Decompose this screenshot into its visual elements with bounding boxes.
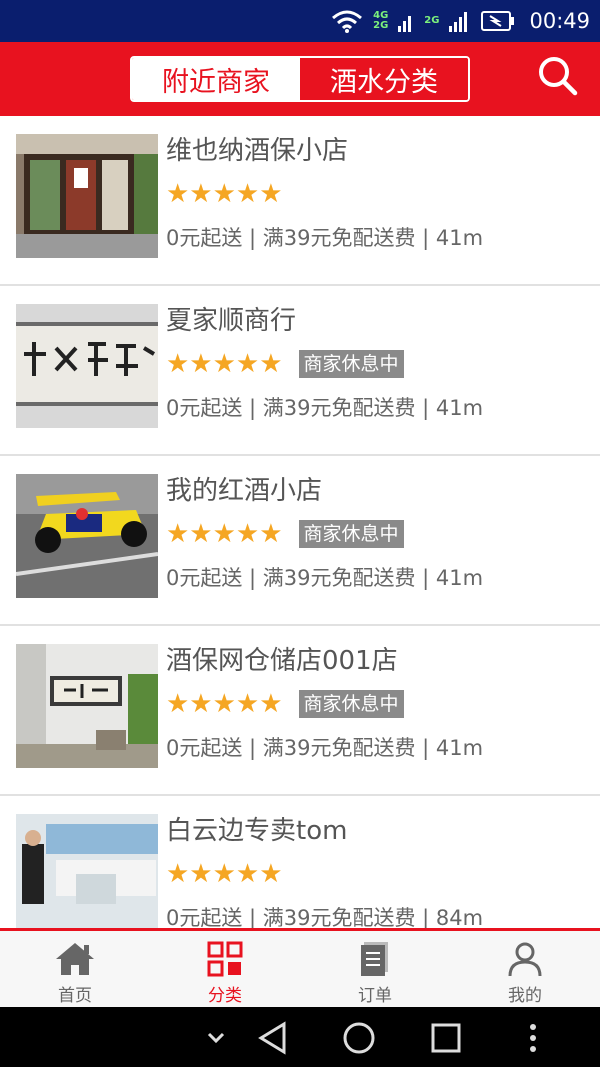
- search-icon: [539, 57, 578, 96]
- store-delivery-info: 0元起送 | 满39元免配送费 | 41m: [166, 566, 484, 590]
- status-badge: 商家休息中: [298, 520, 404, 548]
- nav-orders[interactable]: 订单: [300, 931, 450, 1007]
- nav-mine[interactable]: 我的: [450, 931, 600, 1007]
- home-circle-icon[interactable]: [342, 1021, 376, 1055]
- nav-home[interactable]: 首页: [0, 931, 150, 1007]
- segment-control: 附近商家 酒水分类: [130, 56, 470, 102]
- recent-apps-icon[interactable]: [430, 1022, 462, 1054]
- nav-category[interactable]: 分类: [150, 931, 300, 1007]
- network-type-2: 2G: [424, 16, 439, 26]
- search-button[interactable]: [536, 54, 580, 98]
- signal-icon: [398, 16, 412, 32]
- battery-icon: [481, 11, 515, 31]
- store-rating: ★★★★★ 商家休息中: [166, 348, 404, 380]
- status-badge: 商家休息中: [298, 350, 404, 378]
- star-rating-icon: ★★★★★: [166, 179, 283, 209]
- tab-drink-categories[interactable]: 酒水分类: [300, 58, 468, 100]
- store-rating: ★★★★★: [166, 858, 283, 890]
- store-name: 我的红酒小店: [166, 476, 323, 506]
- store-rating: ★★★★★ 商家休息中: [166, 518, 404, 550]
- network-2g-label: 2G: [373, 20, 389, 31]
- star-rating-icon: ★★★★★: [166, 859, 283, 889]
- store-delivery-info: 0元起送 | 满39元免配送费 | 84m: [166, 906, 484, 928]
- nav-category-label: 分类: [208, 986, 242, 1006]
- bottom-nav: 首页 分类 订单 我的: [0, 928, 600, 1007]
- user-icon: [508, 942, 542, 977]
- store-row[interactable]: 白云边专卖tom ★★★★★ 0元起送 | 满39元免配送费 | 84m: [0, 796, 600, 928]
- store-row[interactable]: 夏家顺商行 ★★★★★ 商家休息中 0元起送 | 满39元免配送费 | 41m: [0, 286, 600, 456]
- store-name: 夏家顺商行: [166, 306, 297, 336]
- store-rating: ★★★★★: [166, 178, 283, 210]
- app-screen: 4G 2G 2G 00:49 附近商家 酒水分类 维也纳酒保小店 ★★★★★ 0…: [0, 0, 600, 1067]
- status-icons: 4G 2G 2G 00:49: [331, 0, 590, 42]
- store-list[interactable]: 维也纳酒保小店 ★★★★★ 0元起送 | 满39元免配送费 | 41m 夏家顺商…: [0, 116, 600, 928]
- signal-icon-2: [449, 12, 468, 32]
- more-options-icon[interactable]: [528, 1023, 538, 1053]
- status-bar: 4G 2G 2G 00:49: [0, 0, 600, 42]
- back-icon[interactable]: [256, 1021, 290, 1055]
- store-delivery-info: 0元起送 | 满39元免配送费 | 41m: [166, 736, 484, 760]
- status-time: 00:49: [529, 9, 590, 33]
- store-row[interactable]: 我的红酒小店 ★★★★★ 商家休息中 0元起送 | 满39元免配送费 | 41m: [0, 456, 600, 626]
- store-thumbnail: [16, 814, 158, 928]
- star-rating-icon: ★★★★★: [166, 519, 283, 549]
- store-delivery-info: 0元起送 | 满39元免配送费 | 41m: [166, 396, 484, 420]
- system-nav-bar: [0, 1007, 600, 1067]
- status-badge: 商家休息中: [298, 690, 404, 718]
- order-icon: [361, 942, 388, 976]
- category-icon: [207, 941, 243, 977]
- store-row[interactable]: 酒保网仓储店001店 ★★★★★ 商家休息中 0元起送 | 满39元免配送费 |…: [0, 626, 600, 796]
- chevron-down-icon[interactable]: [206, 1031, 226, 1045]
- network-type: 4G 2G: [373, 11, 388, 31]
- store-row[interactable]: 维也纳酒保小店 ★★★★★ 0元起送 | 满39元免配送费 | 41m: [0, 116, 600, 286]
- store-name: 维也纳酒保小店: [166, 136, 349, 166]
- store-thumbnail: [16, 134, 158, 258]
- store-delivery-info: 0元起送 | 满39元免配送费 | 41m: [166, 226, 484, 250]
- star-rating-icon: ★★★★★: [166, 349, 283, 379]
- store-thumbnail: [16, 644, 158, 768]
- store-thumbnail: [16, 304, 158, 428]
- nav-home-label: 首页: [58, 986, 92, 1006]
- app-header: 附近商家 酒水分类: [0, 42, 600, 116]
- nav-orders-label: 订单: [358, 986, 392, 1006]
- network-2g-label-2: 2G: [424, 15, 440, 26]
- store-name: 白云边专卖tom: [166, 816, 348, 846]
- store-rating: ★★★★★ 商家休息中: [166, 688, 404, 720]
- tab-nearby-merchants[interactable]: 附近商家: [132, 58, 300, 100]
- store-thumbnail: [16, 474, 158, 598]
- star-rating-icon: ★★★★★: [166, 689, 283, 719]
- store-name: 酒保网仓储店001店: [166, 646, 398, 676]
- home-icon: [56, 943, 94, 975]
- nav-mine-label: 我的: [508, 986, 542, 1006]
- wifi-icon: [332, 10, 363, 33]
